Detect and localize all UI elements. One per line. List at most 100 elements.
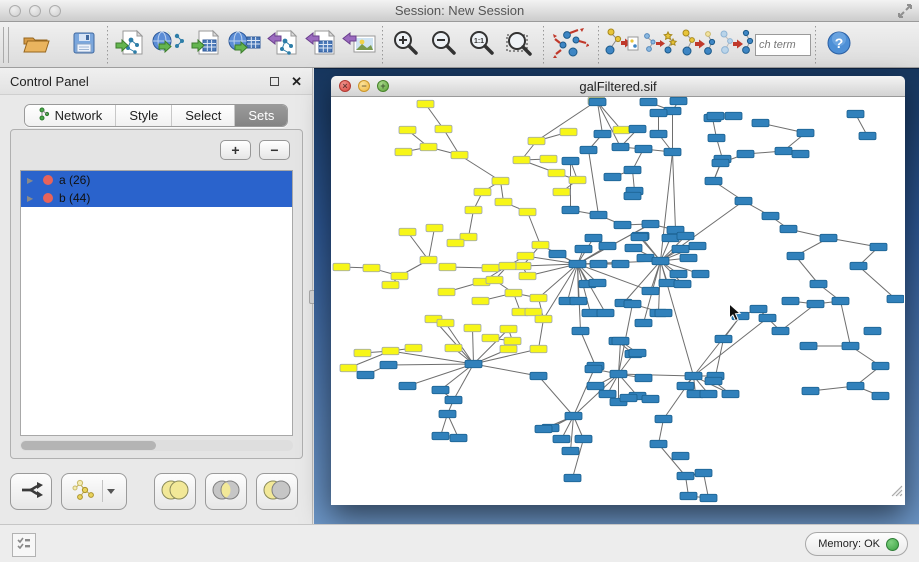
graph-node xyxy=(395,148,412,156)
graph-node xyxy=(599,242,616,250)
graph-node xyxy=(612,143,629,151)
venn-intersection-icon xyxy=(211,479,241,504)
graph-node xyxy=(530,372,547,380)
search-input[interactable] xyxy=(755,34,811,56)
network-canvas[interactable] xyxy=(332,97,904,503)
graph-node xyxy=(417,100,434,108)
set-intersection-button[interactable] xyxy=(205,473,247,510)
open-session-button[interactable] xyxy=(17,25,55,65)
graph-node xyxy=(635,319,652,327)
apply-layout-button[interactable] xyxy=(548,25,594,65)
help-button[interactable]: ? xyxy=(820,25,858,65)
graph-node xyxy=(439,410,456,418)
dropdown-arrow-icon[interactable] xyxy=(107,489,115,494)
add-set-button[interactable]: + xyxy=(220,140,251,160)
graph-node xyxy=(752,119,769,127)
graph-node xyxy=(426,224,443,232)
graph-node xyxy=(564,474,581,482)
set-union-button[interactable] xyxy=(154,473,196,510)
graph-node xyxy=(872,392,889,400)
graph-node xyxy=(652,257,669,265)
memory-status-button[interactable]: Memory: OK xyxy=(805,532,908,556)
set-row-b[interactable]: ▶ b (44) xyxy=(21,189,292,207)
zoom-in-icon xyxy=(392,29,420,60)
network-window-titlebar[interactable]: galFiltered.sif × − + xyxy=(331,76,905,97)
export-network-button[interactable] xyxy=(264,25,302,65)
graph-node xyxy=(859,132,876,140)
expand-triangle-icon[interactable]: ▶ xyxy=(27,176,37,185)
yellow-network-icon xyxy=(72,478,98,505)
graph-node xyxy=(680,492,697,500)
import-table-web-button[interactable] xyxy=(226,25,264,65)
task-history-button[interactable] xyxy=(12,533,36,557)
zoom-out-button[interactable] xyxy=(425,25,463,65)
main-toolbar: 1:1 xyxy=(0,22,919,68)
tab-network[interactable]: Network xyxy=(25,105,117,126)
copy-network-tool-icon xyxy=(604,27,640,62)
save-session-button[interactable] xyxy=(65,25,103,65)
export-image-button[interactable] xyxy=(340,25,378,65)
venn-difference-icon xyxy=(262,479,292,504)
set-color-dot xyxy=(43,175,53,185)
sets-list[interactable]: ▶ a (26) ▶ b (44) xyxy=(20,170,293,436)
toolbar-separator xyxy=(543,26,544,64)
button-separator xyxy=(102,480,103,502)
graph-node xyxy=(629,125,646,133)
expand-triangle-icon[interactable]: ▶ xyxy=(27,194,37,203)
import-network-file-button[interactable] xyxy=(112,25,150,65)
graph-node xyxy=(505,289,522,297)
graph-node xyxy=(725,112,742,120)
set-difference-button[interactable] xyxy=(256,473,298,510)
graph-node xyxy=(340,364,357,372)
zoom-out-icon xyxy=(430,29,458,60)
import-network-web-button[interactable] xyxy=(150,25,188,65)
graph-node xyxy=(439,263,456,271)
close-panel-button[interactable]: ✕ xyxy=(291,75,302,88)
tab-sets[interactable]: Sets xyxy=(235,105,287,126)
export-table-button[interactable] xyxy=(302,25,340,65)
float-panel-button[interactable] xyxy=(270,77,279,86)
network-subset-tool-icon xyxy=(718,27,754,62)
horizontal-scrollbar[interactable] xyxy=(20,440,293,451)
scrollbar-thumb[interactable] xyxy=(21,441,156,450)
graph-node xyxy=(772,327,789,335)
network-diff-tool-button[interactable] xyxy=(679,25,717,65)
tab-select[interactable]: Select xyxy=(172,105,235,126)
copy-network-tool-button[interactable] xyxy=(603,25,641,65)
import-table-web-icon xyxy=(228,28,262,61)
import-table-file-button[interactable] xyxy=(188,25,226,65)
network-subset-tool-button[interactable] xyxy=(717,25,755,65)
network-window[interactable]: galFiltered.sif × − + xyxy=(331,76,905,505)
remove-set-button[interactable]: − xyxy=(259,140,290,160)
merge-networks-tool-button[interactable] xyxy=(641,25,679,65)
graph-node xyxy=(519,272,536,280)
graph-node xyxy=(637,254,654,262)
zoom-in-button[interactable] xyxy=(387,25,425,65)
zoom-selected-region-button[interactable] xyxy=(501,25,539,65)
graph-node xyxy=(587,382,604,390)
graph-node xyxy=(650,440,667,448)
set-row-a[interactable]: ▶ a (26) xyxy=(21,171,292,189)
graph-node xyxy=(708,134,725,142)
tab-style[interactable]: Style xyxy=(116,105,172,126)
zoom-actual-size-button[interactable]: 1:1 xyxy=(463,25,501,65)
control-panel-title: Control Panel xyxy=(10,74,270,89)
graph-node xyxy=(590,211,607,219)
graph-node xyxy=(650,109,667,117)
graph-node xyxy=(438,288,455,296)
graph-node xyxy=(887,295,904,303)
graph-node xyxy=(445,396,462,404)
app-titlebar[interactable]: Session: New Session xyxy=(0,0,919,22)
create-set-from-network-button[interactable] xyxy=(61,473,127,510)
control-panel-tabs: Network Style Select Sets xyxy=(24,104,289,127)
graph-node xyxy=(451,151,468,159)
network-graph[interactable] xyxy=(332,97,904,503)
resize-grip[interactable] xyxy=(889,483,903,502)
sets-action-bar xyxy=(10,468,303,514)
import-network-file-icon xyxy=(115,28,147,61)
toolbar-drag-handle[interactable] xyxy=(3,27,9,63)
export-image-icon xyxy=(342,28,376,61)
graph-node xyxy=(820,234,837,242)
split-set-button[interactable] xyxy=(10,473,52,510)
fullscreen-icon[interactable] xyxy=(897,3,913,24)
